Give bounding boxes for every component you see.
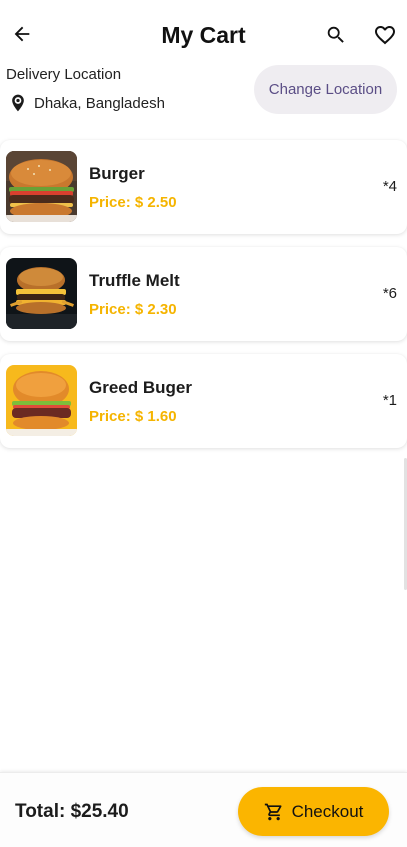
checkout-bar: Total: $25.40 Checkout bbox=[0, 772, 407, 847]
location-row: Dhaka, Bangladesh bbox=[8, 92, 165, 114]
cart-item-name: Burger bbox=[89, 164, 145, 183]
cart-item-name: Greed Buger bbox=[89, 378, 192, 397]
cart-item-price: Price: $ 2.50 bbox=[89, 194, 177, 211]
cart-item-name: Truffle Melt bbox=[89, 271, 180, 290]
cart-item-price: Price: $ 1.60 bbox=[89, 408, 177, 425]
cart-item-quantity: *4 bbox=[382, 178, 397, 195]
search-icon[interactable] bbox=[323, 22, 349, 48]
burger-image bbox=[6, 151, 77, 222]
truffle-melt-image bbox=[6, 258, 77, 329]
location-pin-icon bbox=[8, 92, 28, 114]
heart-outline-icon[interactable] bbox=[371, 22, 399, 48]
app-bar: My Cart bbox=[0, 0, 407, 64]
location-text: Dhaka, Bangladesh bbox=[34, 94, 165, 112]
checkout-button[interactable]: Checkout bbox=[238, 787, 389, 836]
delivery-location-label: Delivery Location bbox=[6, 66, 122, 83]
cart-item-quantity: *1 bbox=[382, 392, 397, 409]
cart-item[interactable]: Burger Price: $ 2.50 *4 bbox=[0, 140, 407, 234]
cart-item-quantity: *6 bbox=[382, 285, 397, 302]
cart-item[interactable]: Truffle Melt Price: $ 2.30 *6 bbox=[0, 247, 407, 341]
checkout-label: Checkout bbox=[291, 801, 364, 821]
change-location-button[interactable]: Change Location bbox=[254, 65, 397, 114]
greed-buger-image bbox=[6, 365, 77, 436]
total-price: Total: $25.40 bbox=[15, 801, 129, 822]
cart-item[interactable]: Greed Buger Price: $ 1.60 *1 bbox=[0, 354, 407, 448]
shopping-cart-icon bbox=[264, 802, 284, 822]
cart-item-price: Price: $ 2.30 bbox=[89, 301, 177, 318]
